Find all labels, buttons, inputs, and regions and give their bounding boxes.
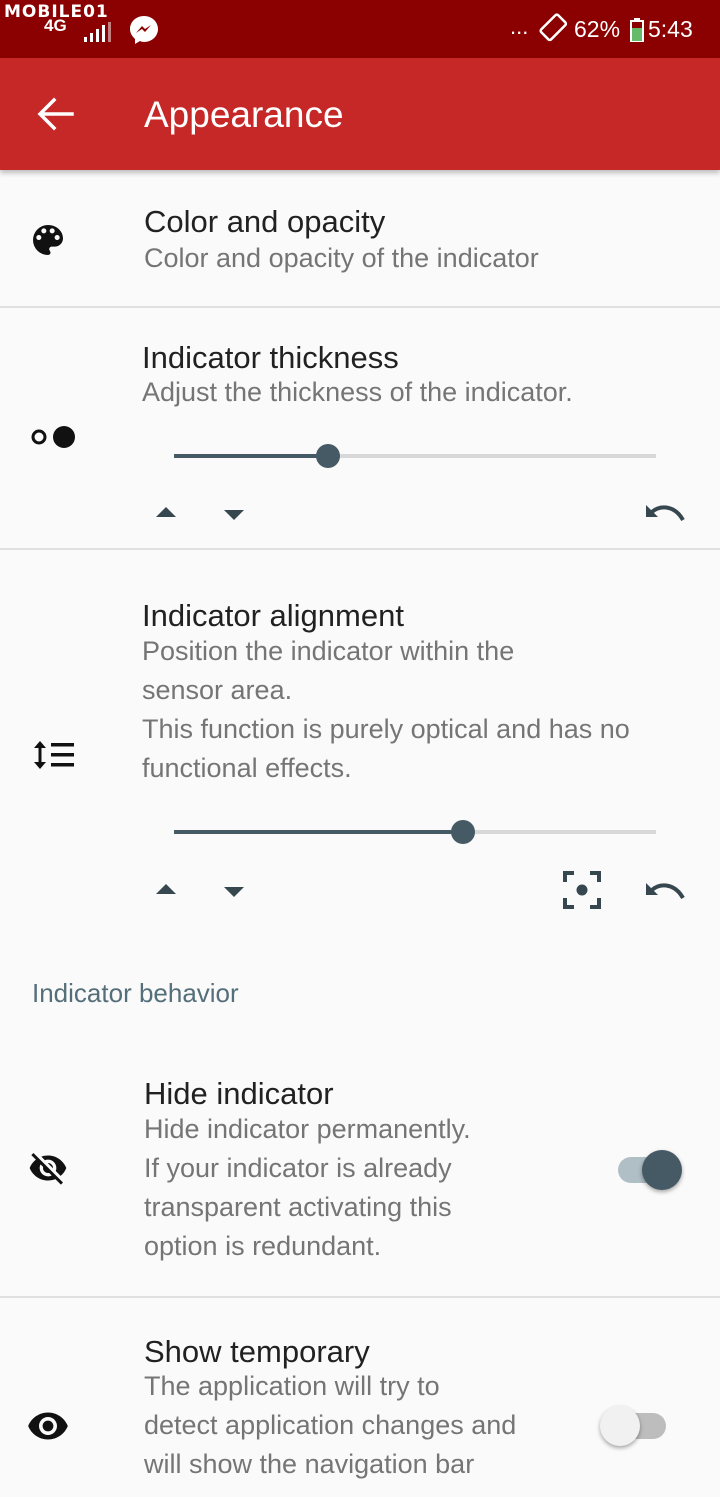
section-header-behavior: Indicator behavior bbox=[32, 978, 239, 1008]
pref-summary: Adjust the thickness of the indicator. bbox=[142, 377, 573, 407]
pref-summary-line: Hide indicator permanently. bbox=[144, 1114, 471, 1144]
pref-color-opacity[interactable]: Color and opacity Color and opacity of t… bbox=[0, 172, 720, 306]
thickness-slider[interactable] bbox=[174, 442, 656, 470]
messenger-icon bbox=[130, 16, 158, 44]
pref-title: Show temporary bbox=[144, 1334, 370, 1369]
pref-summary-line: sensor area. bbox=[142, 675, 293, 705]
pref-summary-line: This function is purely optical and has … bbox=[142, 714, 630, 744]
slider-thumb[interactable] bbox=[451, 820, 476, 844]
reset-thickness-icon[interactable] bbox=[642, 500, 686, 524]
line-spacing-icon bbox=[34, 741, 74, 769]
move-up-button[interactable] bbox=[156, 884, 176, 894]
status-bar: MOBILE01 4G ... 62% 5:43 bbox=[0, 0, 720, 58]
battery-percent: 62% bbox=[574, 16, 621, 42]
palette-icon bbox=[33, 225, 63, 255]
thickness-icon bbox=[31, 426, 75, 448]
pref-title: Hide indicator bbox=[144, 1076, 334, 1111]
pref-summary-line: The application will try to bbox=[144, 1371, 440, 1401]
slider-fill bbox=[174, 830, 464, 834]
pref-hide-indicator[interactable]: Hide indicator Hide indicator permanentl… bbox=[0, 1060, 720, 1296]
pref-title: Indicator thickness bbox=[142, 340, 399, 375]
pref-summary-line: Position the indicator within the bbox=[142, 636, 515, 666]
signal-icon bbox=[84, 22, 111, 42]
visibility-off-icon bbox=[29, 1153, 67, 1185]
page-title: Appearance bbox=[144, 94, 344, 135]
back-arrow-icon[interactable] bbox=[36, 96, 76, 132]
rotation-icon bbox=[539, 13, 568, 42]
decrease-thickness-button[interactable] bbox=[224, 510, 244, 520]
show-temporary-switch[interactable] bbox=[600, 1404, 672, 1448]
battery-icon bbox=[630, 18, 644, 42]
slider-thumb[interactable] bbox=[316, 444, 341, 468]
slider-fill bbox=[174, 454, 329, 458]
pref-title: Color and opacity bbox=[144, 204, 386, 239]
app-toolbar: Appearance bbox=[0, 58, 720, 170]
pref-summary-line: detect application changes and bbox=[144, 1410, 517, 1440]
pref-summary-line: functional effects. bbox=[142, 753, 352, 783]
more-notifications: ... bbox=[510, 14, 529, 39]
hide-indicator-switch[interactable] bbox=[614, 1148, 686, 1192]
switch-thumb bbox=[600, 1406, 640, 1446]
clock: 5:43 bbox=[648, 16, 693, 42]
visibility-icon bbox=[28, 1412, 68, 1440]
switch-thumb bbox=[642, 1150, 682, 1190]
pref-indicator-alignment: Indicator alignment Position the indicat… bbox=[0, 550, 720, 930]
pref-summary: Color and opacity of the indicator bbox=[144, 243, 539, 273]
pref-summary-line: transparent activating this bbox=[144, 1192, 452, 1222]
center-focus-icon[interactable] bbox=[562, 870, 602, 910]
move-down-button[interactable] bbox=[224, 887, 244, 897]
pref-summary-line: If your indicator is already bbox=[144, 1153, 452, 1183]
pref-indicator-thickness: Indicator thickness Adjust the thickness… bbox=[0, 308, 720, 548]
pref-show-temporary[interactable]: Show temporary The application will try … bbox=[0, 1298, 720, 1497]
reset-alignment-icon[interactable] bbox=[642, 878, 686, 902]
alignment-slider[interactable] bbox=[174, 818, 656, 846]
increase-thickness-button[interactable] bbox=[156, 507, 176, 517]
network-type: 4G bbox=[44, 16, 67, 35]
pref-summary-line: option is redundant. bbox=[144, 1231, 382, 1261]
pref-title: Indicator alignment bbox=[142, 598, 404, 633]
pref-summary-line: will show the navigation bar bbox=[144, 1449, 475, 1479]
